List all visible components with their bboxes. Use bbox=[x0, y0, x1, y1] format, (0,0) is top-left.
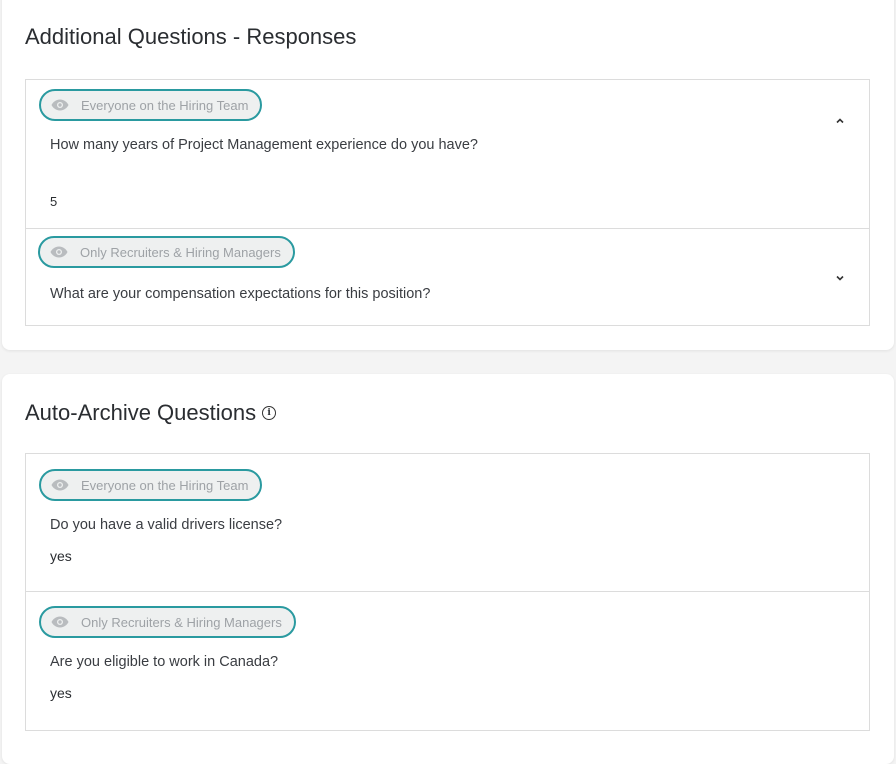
section-title-auto-archive: Auto-Archive Questions i bbox=[25, 400, 277, 426]
additional-questions-card: Additional Questions - Responses Everyon… bbox=[2, 0, 894, 350]
section-title-text: Auto-Archive Questions bbox=[25, 400, 257, 425]
section-title-additional-questions: Additional Questions - Responses bbox=[25, 24, 357, 49]
eye-icon bbox=[51, 99, 69, 111]
visibility-badge: Only Recruiters & Hiring Managers bbox=[39, 606, 296, 638]
visibility-badge: Everyone on the Hiring Team bbox=[39, 89, 263, 121]
eye-icon bbox=[51, 479, 69, 491]
question-item[interactable]: Only Recruiters & Hiring Managers What a… bbox=[26, 228, 869, 325]
eye-icon bbox=[51, 616, 69, 628]
visibility-label: Only Recruiters & Hiring Managers bbox=[81, 614, 282, 630]
answer-text: 5 bbox=[50, 194, 58, 209]
auto-archive-questions-list: Everyone on the Hiring Team Do you have … bbox=[25, 453, 870, 731]
info-icon[interactable]: i bbox=[262, 406, 277, 421]
auto-archive-questions-card: Auto-Archive Questions i Everyone on the … bbox=[2, 374, 894, 764]
visibility-label: Everyone on the Hiring Team bbox=[81, 97, 249, 113]
question-text: What are your compensation expectations … bbox=[50, 286, 431, 302]
answer-text: yes bbox=[50, 548, 72, 564]
visibility-label: Only Recruiters & Hiring Managers bbox=[80, 244, 281, 260]
question-text: Are you eligible to work in Canada? bbox=[50, 654, 279, 670]
question-item: Everyone on the Hiring Team Do you have … bbox=[26, 454, 869, 591]
visibility-badge: Only Recruiters & Hiring Managers bbox=[38, 236, 295, 268]
expand-chevron-down-icon[interactable] bbox=[833, 271, 847, 285]
answer-text: yes bbox=[50, 685, 72, 701]
eye-icon bbox=[50, 246, 68, 258]
visibility-label: Everyone on the Hiring Team bbox=[81, 477, 249, 493]
question-text: Do you have a valid drivers license? bbox=[50, 517, 283, 533]
question-text: How many years of Project Management exp… bbox=[50, 137, 478, 153]
collapse-chevron-up-icon[interactable] bbox=[833, 113, 847, 127]
question-item: Everyone on the Hiring Team How many yea… bbox=[26, 80, 869, 228]
question-item: Only Recruiters & Hiring Managers Are yo… bbox=[26, 591, 869, 730]
visibility-badge: Everyone on the Hiring Team bbox=[39, 469, 263, 501]
additional-questions-list: Everyone on the Hiring Team How many yea… bbox=[25, 79, 870, 326]
